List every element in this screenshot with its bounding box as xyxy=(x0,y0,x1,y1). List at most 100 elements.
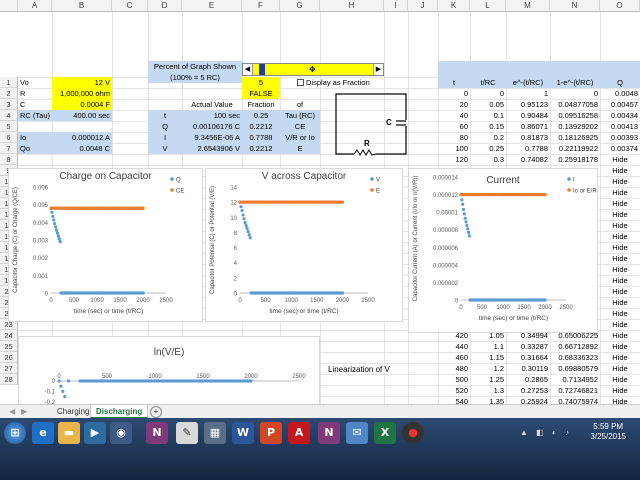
powerpoint-icon[interactable]: P xyxy=(260,422,282,444)
table-cell[interactable]: 0.33287 xyxy=(506,341,550,352)
column-header-B[interactable]: B xyxy=(52,0,112,12)
linearization-label[interactable]: Linearization of V xyxy=(326,364,416,375)
table-cell[interactable]: 0.1 xyxy=(470,110,506,121)
table-cell[interactable]: 440 xyxy=(438,341,470,352)
table-header[interactable]: Q xyxy=(600,77,640,88)
table-cell[interactable]: 120 xyxy=(438,154,470,165)
table-cell[interactable]: 0.66712892 xyxy=(550,341,600,352)
table-cell[interactable]: Hide xyxy=(600,385,640,396)
column-header-I[interactable]: I xyxy=(384,0,408,12)
table-cell[interactable]: 0.27253 xyxy=(506,385,550,396)
display-fraction-checkbox[interactable] xyxy=(297,79,304,86)
vo-value[interactable]: 12 V xyxy=(52,77,112,88)
table-cell[interactable]: Hide xyxy=(600,330,640,341)
table-cell[interactable]: Hide xyxy=(600,396,640,404)
table-cell[interactable]: 0 xyxy=(550,88,600,99)
actual-frac[interactable]: 0.25 xyxy=(242,110,280,121)
tau-label[interactable]: RC (Tau) xyxy=(18,110,52,121)
table-cell[interactable]: 0.00413 xyxy=(600,121,640,132)
row-header-6[interactable]: 6 xyxy=(0,132,18,143)
table-cell[interactable]: 0.30119 xyxy=(506,363,550,374)
table-cell[interactable]: 0.00393 xyxy=(600,132,640,143)
table-cell[interactable]: Hide xyxy=(600,363,640,374)
table-header[interactable]: t xyxy=(438,77,470,88)
current-chart[interactable]: Current 0 0.000002 0.000004 0.000006 0.00000… xyxy=(408,168,598,333)
column-header-J[interactable]: J xyxy=(408,0,438,12)
paint-icon[interactable]: ✎ xyxy=(176,422,198,444)
table-header[interactable]: 1-e^-(t/RC) xyxy=(550,77,600,88)
table-cell[interactable]: 540 xyxy=(438,396,470,404)
actual-sym[interactable]: Q xyxy=(148,121,182,132)
fraction-header[interactable]: Fraction xyxy=(242,99,280,110)
table-cell[interactable]: 0.15 xyxy=(470,121,506,132)
charge-chart[interactable]: Charge on Capacitor 0 0.001 0.002 0.003 0.00… xyxy=(8,168,203,322)
table-cell[interactable]: 0.3 xyxy=(470,154,506,165)
add-sheet-button[interactable]: + xyxy=(150,406,162,418)
table-cell[interactable]: 20 xyxy=(438,99,470,110)
scroll-thumb[interactable] xyxy=(259,64,265,75)
hide-cell[interactable]: Hide xyxy=(600,176,640,187)
row-header-3[interactable]: 3 xyxy=(0,99,18,110)
table-cell[interactable]: 0.95123 xyxy=(506,99,550,110)
actual-of[interactable]: E xyxy=(280,143,320,154)
table-cell[interactable]: 0.81873 xyxy=(506,132,550,143)
hide-cell[interactable]: Hide xyxy=(600,297,640,308)
hide-cell[interactable]: Hide xyxy=(600,275,640,286)
row-header-25[interactable]: 25 xyxy=(0,341,18,352)
table-cell[interactable]: 0.7134952 xyxy=(550,374,600,385)
actual-of[interactable]: V/R or Io xyxy=(280,132,320,143)
r-value[interactable]: 1,000,000 ohm xyxy=(52,88,112,99)
table-cell[interactable]: Hide xyxy=(600,341,640,352)
table-cell[interactable]: 0.72746821 xyxy=(550,385,600,396)
corner[interactable] xyxy=(0,0,18,12)
of-header[interactable]: of xyxy=(280,99,320,110)
hide-cell[interactable]: Hide xyxy=(600,187,640,198)
actual-frac[interactable]: 0.2212 xyxy=(242,143,280,154)
row-header-1[interactable]: 1 xyxy=(0,77,18,88)
table-cell[interactable]: 1.15 xyxy=(470,352,506,363)
row-header-5[interactable]: 5 xyxy=(0,121,18,132)
table-cell[interactable]: 0.31664 xyxy=(506,352,550,363)
actual-frac[interactable]: 0.7788 xyxy=(242,132,280,143)
explorer-icon[interactable]: ▬ xyxy=(58,422,80,444)
table-cell[interactable]: 40 xyxy=(438,110,470,121)
column-header-L[interactable]: L xyxy=(470,0,506,12)
hide-cell[interactable]: Hide xyxy=(600,198,640,209)
hide-cell[interactable]: Hide xyxy=(600,242,640,253)
percent-value[interactable]: 5 xyxy=(242,77,280,88)
calculator-icon[interactable]: ▦ xyxy=(204,422,226,444)
actual-of[interactable]: Tau (RC) xyxy=(280,110,320,121)
table-cell[interactable]: 0.74075974 xyxy=(550,396,600,404)
actual-value[interactable]: 100 sec xyxy=(182,110,242,121)
record-icon[interactable]: ● xyxy=(402,422,424,444)
display-fraction-label[interactable]: Display as Fraction xyxy=(304,77,384,88)
row-header-24[interactable]: 24 xyxy=(0,330,18,341)
excel-icon[interactable]: X xyxy=(374,422,396,444)
circuit-diagram[interactable]: C R xyxy=(334,92,408,157)
io-label[interactable]: Io xyxy=(18,132,52,143)
hide-cell[interactable]: Hide xyxy=(600,264,640,275)
row-header-28[interactable]: 28 xyxy=(0,374,18,385)
ie-icon[interactable]: e xyxy=(32,422,54,444)
table-cell[interactable]: 460 xyxy=(438,352,470,363)
table-cell[interactable]: 1.1 xyxy=(470,341,506,352)
tray-icons[interactable]: ▲ ◧ ◐ ♪ xyxy=(520,428,572,437)
voltage-chart[interactable]: V across Capacitor 0 2 4 6 8 10 12 14 0 500 1000 15… xyxy=(205,168,403,322)
table-cell[interactable]: 0.13929202 xyxy=(550,121,600,132)
media-icon[interactable]: ▶ xyxy=(84,422,106,444)
actual-value[interactable]: 2.6543906 V xyxy=(182,143,242,154)
table-cell[interactable]: 100 xyxy=(438,143,470,154)
table-cell[interactable]: 0.90484 xyxy=(506,110,550,121)
vo-label[interactable]: Vo xyxy=(18,77,52,88)
scroll-right-arrow[interactable]: ▶ xyxy=(373,64,383,75)
hide-cell[interactable]: Hide xyxy=(600,253,640,264)
hide-cell[interactable]: Hide xyxy=(600,231,640,242)
system-clock[interactable]: 5:59 PM 3/25/2015 xyxy=(590,422,626,442)
table-cell[interactable]: 0.18126925 xyxy=(550,132,600,143)
table-cell[interactable]: 0.22119922 xyxy=(550,143,600,154)
wifi-icon[interactable]: ◉ xyxy=(110,422,132,444)
table-cell[interactable]: 0.69880579 xyxy=(550,363,600,374)
actual-of[interactable]: CE xyxy=(280,121,320,132)
table-cell[interactable]: 0.2865 xyxy=(506,374,550,385)
column-header-O[interactable]: O xyxy=(600,0,640,12)
